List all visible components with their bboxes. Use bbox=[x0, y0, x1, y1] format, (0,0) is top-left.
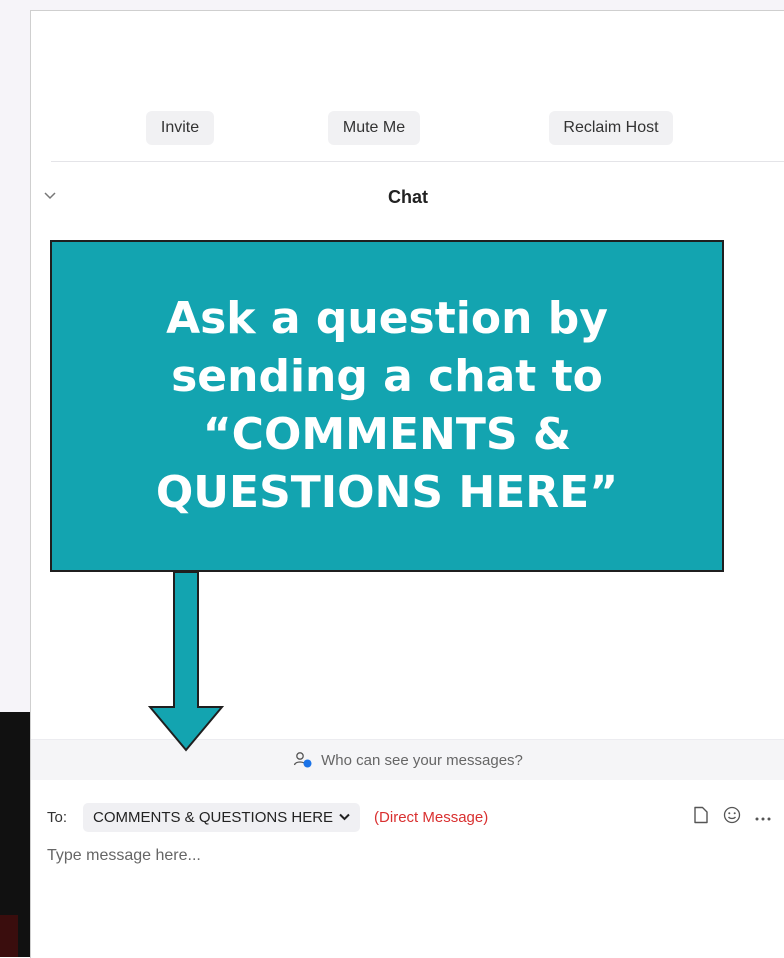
message-input[interactable] bbox=[47, 847, 747, 865]
divider bbox=[51, 161, 784, 162]
callout-box: Ask a question by sending a chat to “COM… bbox=[50, 240, 724, 572]
who-can-see-text: Who can see your messages? bbox=[321, 751, 523, 769]
direct-message-label: (Direct Message) bbox=[374, 808, 489, 826]
emoji-icon[interactable] bbox=[723, 806, 741, 828]
invite-button[interactable]: Invite bbox=[146, 111, 214, 145]
down-arrow-icon bbox=[148, 571, 224, 752]
reclaim-host-button[interactable]: Reclaim Host bbox=[549, 111, 673, 145]
callout-line: “COMMENTS & bbox=[202, 409, 572, 460]
recipient-dropdown[interactable]: COMMENTS & QUESTIONS HERE bbox=[83, 802, 361, 832]
mute-me-button[interactable]: Mute Me bbox=[328, 111, 420, 145]
recipient-name: COMMENTS & QUESTIONS HERE bbox=[93, 808, 334, 826]
chat-tools bbox=[693, 801, 771, 833]
background-top bbox=[0, 0, 784, 10]
background-red bbox=[0, 915, 18, 957]
who-can-see-bar[interactable]: Who can see your messages? bbox=[31, 739, 784, 780]
callout-line: QUESTIONS HERE” bbox=[155, 467, 619, 518]
callout-line: sending a chat to bbox=[171, 351, 603, 402]
more-icon[interactable] bbox=[755, 809, 771, 826]
recipient-row: To: COMMENTS & QUESTIONS HERE (Direct Me… bbox=[47, 801, 784, 833]
callout-line: Ask a question by bbox=[166, 293, 608, 344]
chevron-down-icon bbox=[339, 813, 350, 821]
file-icon[interactable] bbox=[693, 806, 709, 828]
callout-text: Ask a question by sending a chat to “COM… bbox=[87, 290, 687, 522]
people-icon bbox=[293, 750, 313, 770]
chat-title: Chat bbox=[388, 187, 428, 207]
to-label: To: bbox=[47, 808, 68, 826]
